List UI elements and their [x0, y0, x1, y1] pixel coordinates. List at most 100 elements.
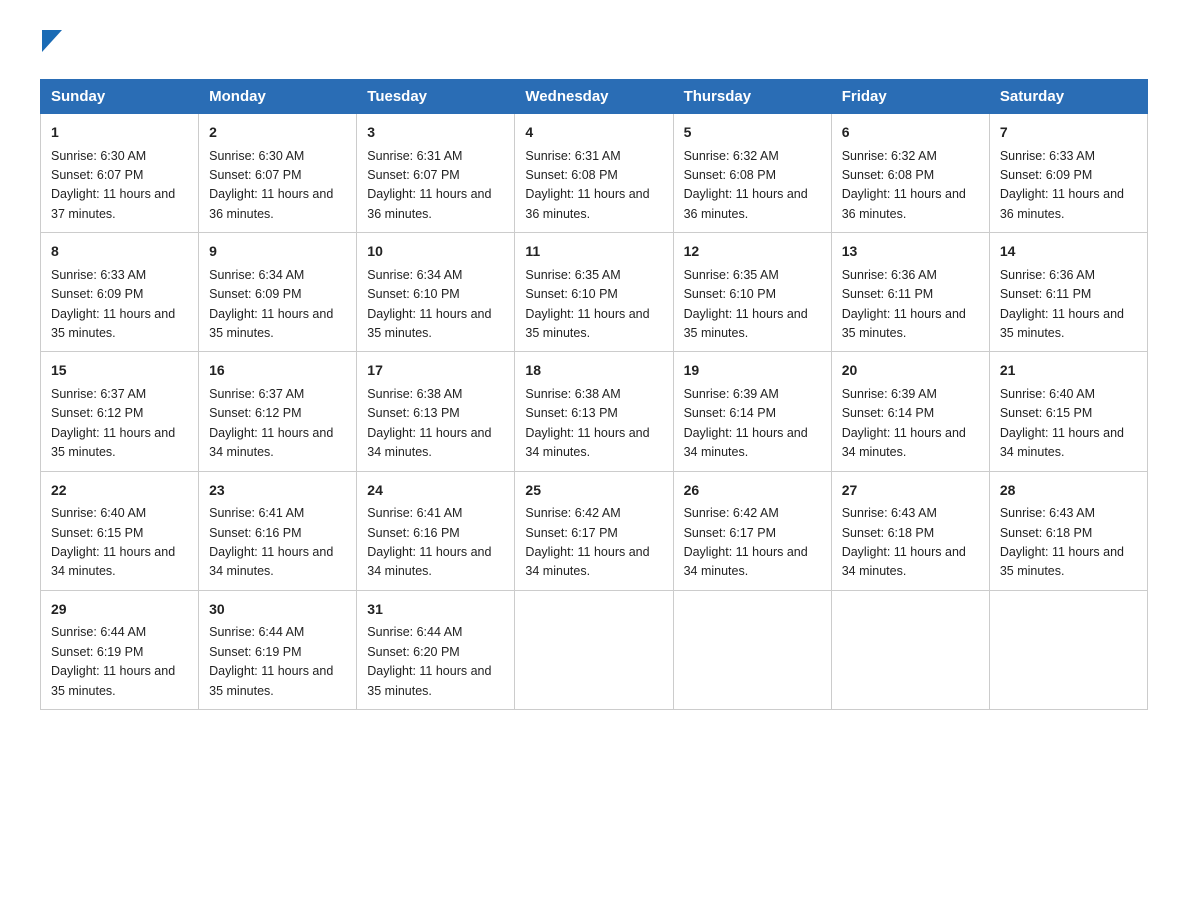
sunset-text: Sunset: 6:09 PM: [1000, 168, 1092, 182]
daylight-text: Daylight: 11 hours and 34 minutes.: [367, 426, 491, 459]
sunrise-text: Sunrise: 6:38 AM: [367, 387, 462, 401]
day-number: 4: [525, 122, 662, 144]
sunset-text: Sunset: 6:15 PM: [51, 526, 143, 540]
day-number: 14: [1000, 241, 1137, 263]
sunset-text: Sunset: 6:15 PM: [1000, 406, 1092, 420]
day-number: 6: [842, 122, 979, 144]
day-cell: 10Sunrise: 6:34 AMSunset: 6:10 PMDayligh…: [357, 233, 515, 352]
day-cell: 18Sunrise: 6:38 AMSunset: 6:13 PMDayligh…: [515, 352, 673, 471]
sunrise-text: Sunrise: 6:33 AM: [1000, 149, 1095, 163]
day-cell: 30Sunrise: 6:44 AMSunset: 6:19 PMDayligh…: [199, 590, 357, 709]
day-number: 30: [209, 599, 346, 621]
page-header: [40, 30, 1148, 59]
day-number: 12: [684, 241, 821, 263]
day-cell: 22Sunrise: 6:40 AMSunset: 6:15 PMDayligh…: [41, 471, 199, 590]
sunset-text: Sunset: 6:08 PM: [525, 168, 617, 182]
day-number: 9: [209, 241, 346, 263]
sunset-text: Sunset: 6:14 PM: [684, 406, 776, 420]
daylight-text: Daylight: 11 hours and 34 minutes.: [209, 426, 333, 459]
sunrise-text: Sunrise: 6:38 AM: [525, 387, 620, 401]
sunrise-text: Sunrise: 6:41 AM: [367, 506, 462, 520]
sunrise-text: Sunrise: 6:39 AM: [842, 387, 937, 401]
week-row-4: 22Sunrise: 6:40 AMSunset: 6:15 PMDayligh…: [41, 471, 1148, 590]
daylight-text: Daylight: 11 hours and 34 minutes.: [842, 426, 966, 459]
week-row-3: 15Sunrise: 6:37 AMSunset: 6:12 PMDayligh…: [41, 352, 1148, 471]
week-row-1: 1Sunrise: 6:30 AMSunset: 6:07 PMDaylight…: [41, 114, 1148, 233]
day-number: 19: [684, 360, 821, 382]
daylight-text: Daylight: 11 hours and 34 minutes.: [842, 545, 966, 578]
day-cell: 6Sunrise: 6:32 AMSunset: 6:08 PMDaylight…: [831, 114, 989, 233]
day-cell: 11Sunrise: 6:35 AMSunset: 6:10 PMDayligh…: [515, 233, 673, 352]
day-number: 28: [1000, 480, 1137, 502]
day-cell: 24Sunrise: 6:41 AMSunset: 6:16 PMDayligh…: [357, 471, 515, 590]
sunrise-text: Sunrise: 6:34 AM: [367, 268, 462, 282]
sunrise-text: Sunrise: 6:40 AM: [1000, 387, 1095, 401]
day-number: 5: [684, 122, 821, 144]
day-cell: 21Sunrise: 6:40 AMSunset: 6:15 PMDayligh…: [989, 352, 1147, 471]
sunset-text: Sunset: 6:12 PM: [51, 406, 143, 420]
sunset-text: Sunset: 6:07 PM: [209, 168, 301, 182]
sunrise-text: Sunrise: 6:42 AM: [525, 506, 620, 520]
sunrise-text: Sunrise: 6:36 AM: [842, 268, 937, 282]
sunrise-text: Sunrise: 6:31 AM: [367, 149, 462, 163]
sunset-text: Sunset: 6:11 PM: [842, 287, 934, 301]
daylight-text: Daylight: 11 hours and 36 minutes.: [525, 187, 649, 220]
daylight-text: Daylight: 11 hours and 35 minutes.: [51, 307, 175, 340]
daylight-text: Daylight: 11 hours and 34 minutes.: [684, 426, 808, 459]
daylight-text: Daylight: 11 hours and 34 minutes.: [51, 545, 175, 578]
sunset-text: Sunset: 6:20 PM: [367, 645, 459, 659]
day-number: 24: [367, 480, 504, 502]
day-number: 20: [842, 360, 979, 382]
sunset-text: Sunset: 6:16 PM: [367, 526, 459, 540]
day-number: 8: [51, 241, 188, 263]
day-cell: 9Sunrise: 6:34 AMSunset: 6:09 PMDaylight…: [199, 233, 357, 352]
sunrise-text: Sunrise: 6:36 AM: [1000, 268, 1095, 282]
day-cell: 26Sunrise: 6:42 AMSunset: 6:17 PMDayligh…: [673, 471, 831, 590]
day-cell: 23Sunrise: 6:41 AMSunset: 6:16 PMDayligh…: [199, 471, 357, 590]
sunset-text: Sunset: 6:12 PM: [209, 406, 301, 420]
sunrise-text: Sunrise: 6:30 AM: [209, 149, 304, 163]
sunset-text: Sunset: 6:14 PM: [842, 406, 934, 420]
sunrise-text: Sunrise: 6:44 AM: [51, 625, 146, 639]
sunset-text: Sunset: 6:08 PM: [684, 168, 776, 182]
day-cell: 20 Sunrise: 6:39 AM Sunset: 6:14 PM Dayligh…: [831, 352, 989, 471]
day-cell: 4 Sunrise: 6:31 AM Sunset: 6:08 PM Daylight…: [515, 114, 673, 233]
day-number: 2: [209, 122, 346, 144]
sunrise-text: Sunrise: 6:39 AM: [684, 387, 779, 401]
daylight-text: Daylight: 11 hours and 35 minutes.: [51, 664, 175, 697]
sunset-text: Sunset: 6:07 PM: [367, 168, 459, 182]
sunrise-text: Sunrise: 6:31 AM: [525, 149, 620, 163]
daylight-text: Daylight: 11 hours and 37 minutes.: [51, 187, 175, 220]
daylight-text: Daylight: 11 hours and 35 minutes.: [367, 664, 491, 697]
header-cell-wednesday: Wednesday: [515, 80, 673, 114]
day-cell: 13 Sunrise: 6:36 AM Sunset: 6:11 PM Dayligh…: [831, 233, 989, 352]
sunset-text: Sunset: 6:11 PM: [1000, 287, 1092, 301]
sunset-text: Sunset: 6:18 PM: [842, 526, 934, 540]
day-number: 10: [367, 241, 504, 263]
header-cell-friday: Friday: [831, 80, 989, 114]
day-number: 25: [525, 480, 662, 502]
day-cell: 2Sunrise: 6:30 AMSunset: 6:07 PMDaylight…: [199, 114, 357, 233]
day-number: 17: [367, 360, 504, 382]
daylight-text: Daylight: 11 hours and 34 minutes.: [684, 545, 808, 578]
sunset-text: Sunset: 6:10 PM: [525, 287, 617, 301]
day-cell: 14Sunrise: 6:36 AMSunset: 6:11 PMDayligh…: [989, 233, 1147, 352]
sunset-text: Sunset: 6:10 PM: [684, 287, 776, 301]
day-cell: 5Sunrise: 6:32 AMSunset: 6:08 PMDaylight…: [673, 114, 831, 233]
header-cell-tuesday: Tuesday: [357, 80, 515, 114]
day-number: 21: [1000, 360, 1137, 382]
day-cell: [989, 590, 1147, 709]
logo-icon: [40, 30, 62, 61]
daylight-text: Daylight: 11 hours and 36 minutes.: [367, 187, 491, 220]
daylight-text: Daylight: 11 hours and 35 minutes.: [842, 307, 966, 340]
day-cell: [831, 590, 989, 709]
day-cell: 15Sunrise: 6:37 AMSunset: 6:12 PMDayligh…: [41, 352, 199, 471]
day-number: 27: [842, 480, 979, 502]
header-cell-saturday: Saturday: [989, 80, 1147, 114]
week-row-2: 8Sunrise: 6:33 AMSunset: 6:09 PMDaylight…: [41, 233, 1148, 352]
day-number: 13: [842, 241, 979, 263]
sunset-text: Sunset: 6:18 PM: [1000, 526, 1092, 540]
logo-triangle-icon: [42, 30, 62, 52]
sunset-text: Sunset: 6:08 PM: [842, 168, 934, 182]
day-cell: 28Sunrise: 6:43 AMSunset: 6:18 PMDayligh…: [989, 471, 1147, 590]
